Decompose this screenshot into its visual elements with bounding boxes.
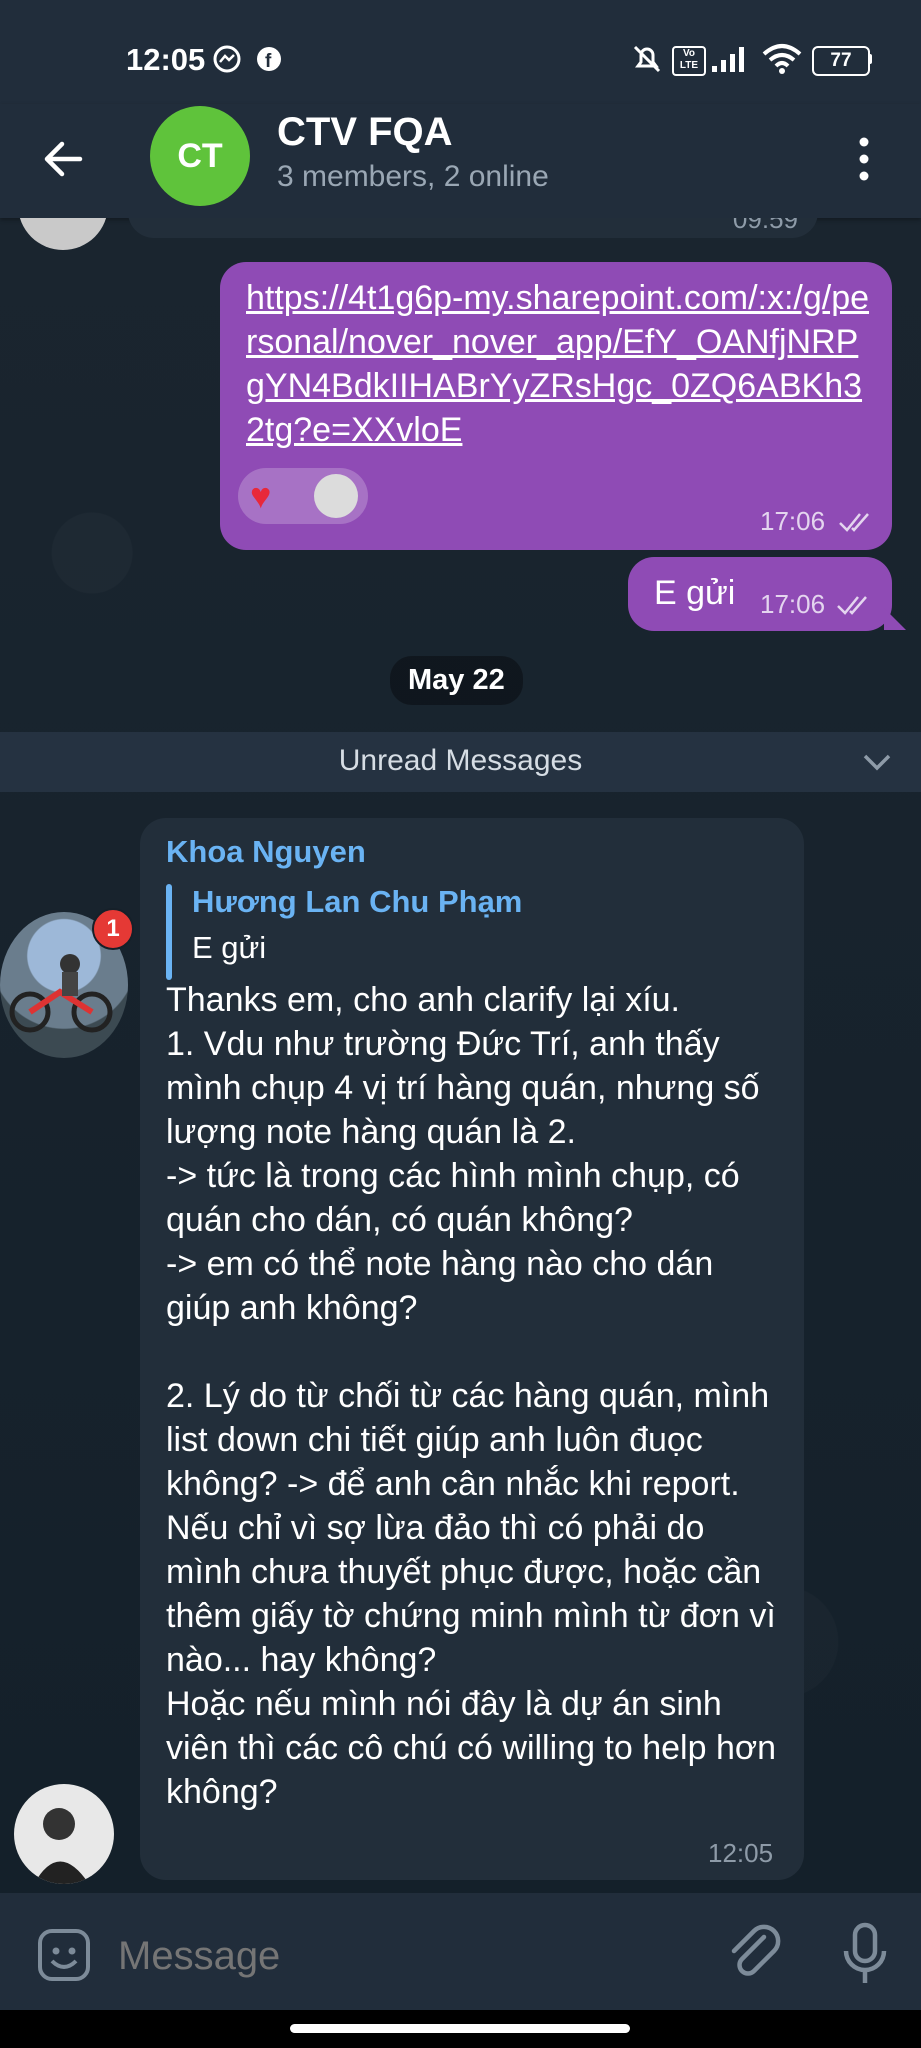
- egui-time: 17:06: [760, 589, 826, 619]
- incoming-message-time: 12:05: [708, 1838, 774, 1868]
- chat-title[interactable]: CTV FQA: [277, 110, 453, 155]
- attach-icon[interactable]: [724, 1923, 784, 1983]
- battery-indicator: 77: [812, 46, 870, 76]
- incoming-message[interactable]: Khoa Nguyen Hương Lan Chu Phạm E gửi Tha…: [140, 818, 804, 1880]
- outgoing-message-egui[interactable]: E gửi 17:06: [628, 557, 892, 631]
- unread-messages-bar: Unread Messages: [0, 732, 921, 792]
- reply-bar: [166, 884, 172, 980]
- reaction-chip[interactable]: ♥: [238, 468, 368, 524]
- group-avatar[interactable]: CT: [150, 106, 250, 206]
- wifi-icon: [762, 44, 802, 74]
- unread-badge: 1: [92, 908, 134, 950]
- heart-reaction-icon: ♥: [250, 475, 272, 516]
- person-silhouette-icon: [34, 1808, 89, 1884]
- mute-bell-icon: [633, 45, 661, 73]
- my-avatar[interactable]: [14, 1784, 114, 1884]
- microphone-icon[interactable]: [840, 1921, 890, 1987]
- emoji-sticker-icon[interactable]: [36, 1927, 92, 1983]
- status-time: 12:05: [126, 42, 206, 77]
- unread-label: Unread Messages: [338, 744, 583, 777]
- sender-name[interactable]: Khoa Nguyen: [166, 834, 366, 870]
- message-input[interactable]: [116, 1921, 680, 1991]
- outgoing-link-message[interactable]: https://4t1g6p-my.sharepoint.com/:x:/g/p…: [220, 262, 892, 550]
- message-body: Thanks em, cho anh clarify lại xíu. 1. V…: [166, 981, 777, 1811]
- link-message-time: 17:06: [760, 506, 826, 536]
- facebook-icon: f: [257, 47, 281, 72]
- reply-text[interactable]: E gửi: [192, 930, 266, 966]
- chat-subtitle: 3 members, 2 online: [277, 160, 549, 193]
- messenger-icon: [213, 45, 241, 73]
- back-arrow-icon[interactable]: [40, 134, 90, 184]
- egui-text: E gửi: [654, 574, 736, 612]
- double-check-icon: [837, 596, 867, 615]
- more-options-icon[interactable]: [852, 134, 876, 184]
- sharepoint-link[interactable]: https://4t1g6p-my.sharepoint.com/:x:/g/p…: [246, 276, 871, 452]
- reply-sender[interactable]: Hương Lan Chu Phạm: [192, 884, 522, 920]
- double-check-icon: [839, 513, 869, 532]
- svg-text:f: f: [265, 51, 272, 72]
- reactor-avatar: [314, 474, 358, 518]
- date-chip: May 22: [390, 656, 523, 705]
- battery-tip: [868, 54, 872, 64]
- header-layer: CT CTV FQA 3 members, 2 online: [0, 104, 921, 218]
- status-bar: 12:05 f Vo LTE 77: [0, 0, 921, 104]
- chevron-down-icon[interactable]: [862, 750, 892, 774]
- volte-icon: Vo LTE: [672, 46, 706, 76]
- home-indicator[interactable]: [290, 2024, 630, 2033]
- signal-icon: [712, 47, 744, 72]
